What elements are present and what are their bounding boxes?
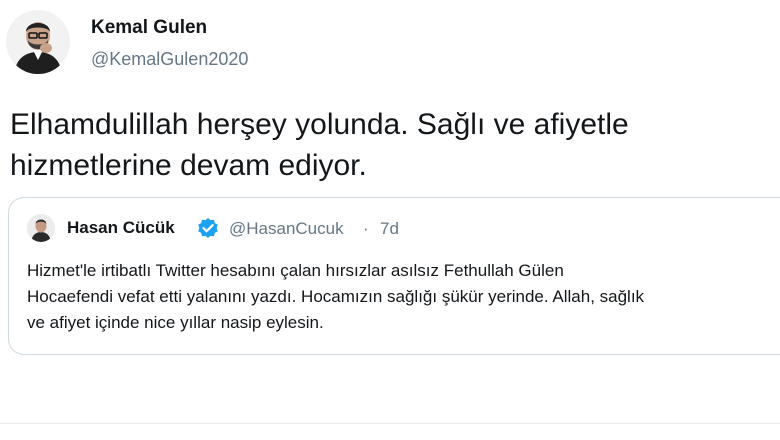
quoted-text-line: Hocaefendi vefat etti yalanını yazdı. Ho… — [27, 287, 645, 306]
quoted-timestamp[interactable]: 7d — [380, 219, 399, 239]
author-avatar[interactable] — [6, 10, 70, 74]
divider — [0, 423, 780, 424]
author-name[interactable]: Kemal Gulen — [91, 17, 207, 39]
quoted-tweet-card[interactable]: Hasan Cücük @HasanCucuk · 7d Hizmet'le i… — [8, 197, 780, 355]
quoted-text-line: ve afiyet içinde nice yıllar nasip eyles… — [27, 313, 324, 332]
tweet-text-line: Elhamdulillah herşey yolunda. Sağlı ve a… — [10, 108, 629, 141]
meta-separator: · — [363, 219, 369, 238]
quoted-author-handle[interactable]: @HasanCucuk — [229, 219, 344, 239]
quoted-author-name[interactable]: Hasan Cücük — [67, 218, 175, 238]
tweet: Kemal Gulen @KemalGulen2020 Elhamdulilla… — [0, 0, 780, 440]
author-handle[interactable]: @KemalGulen2020 — [91, 49, 248, 70]
quoted-author-avatar[interactable] — [27, 214, 55, 242]
tweet-text-line: hizmetlerine devam ediyor. — [10, 149, 367, 182]
verified-badge-icon — [197, 217, 219, 239]
quoted-tweet-text: Hizmet'le irtibatlı Twitter hesabını çal… — [27, 258, 780, 336]
tweet-text: Elhamdulillah herşey yolunda. Sağlı ve a… — [10, 104, 750, 186]
quoted-text-line: Hizmet'le irtibatlı Twitter hesabını çal… — [27, 261, 564, 280]
